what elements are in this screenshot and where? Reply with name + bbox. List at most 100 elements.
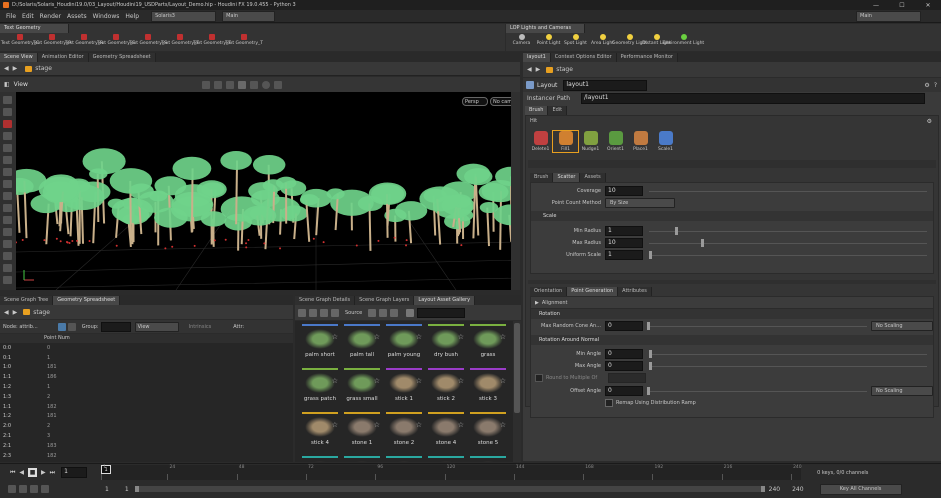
- shelf-tool-text-geometry[interactable]: Text Geometry_T: [225, 34, 263, 46]
- range-end-handle[interactable]: [760, 486, 765, 492]
- play-icon[interactable]: ▶: [41, 469, 46, 476]
- table-row[interactable]: 1:0 181: [0, 363, 293, 374]
- view-select[interactable]: View: [134, 321, 179, 332]
- min-angle-field[interactable]: 0: [605, 349, 643, 359]
- tab-point-generation[interactable]: Point Generation: [567, 286, 619, 296]
- tab-layout-asset-gallery[interactable]: Layout Asset Gallery: [414, 295, 476, 305]
- viewport-tool-icon[interactable]: [3, 240, 12, 248]
- table-row[interactable]: 1:3 2: [0, 393, 293, 403]
- tab-layout1[interactable]: layout1: [523, 52, 551, 62]
- viewport-tool-icon[interactable]: [3, 144, 12, 152]
- offset-angle-slider[interactable]: [647, 387, 867, 395]
- menu-help[interactable]: Help: [125, 13, 139, 20]
- shelf-tab-text-geometry[interactable]: Text Geometry: [0, 24, 69, 33]
- table-row[interactable]: 0:0 0: [0, 344, 293, 354]
- table-row[interactable]: 1:1 186: [0, 373, 293, 383]
- round-field[interactable]: [608, 373, 646, 383]
- asset-tile[interactable]: ☆ grass patch: [299, 368, 341, 412]
- favorite-star-icon[interactable]: ☆: [374, 377, 380, 385]
- menu-edit[interactable]: Edit: [22, 13, 34, 20]
- right-forward-icon[interactable]: ▶: [536, 66, 541, 73]
- favorite-star-icon[interactable]: ☆: [374, 333, 380, 341]
- asset-tile[interactable]: ☆ dry bush: [425, 324, 467, 368]
- viewport-tool-icon[interactable]: [3, 108, 12, 116]
- range-end-2[interactable]: 240: [792, 486, 803, 493]
- forward-arrow-icon[interactable]: ▶: [13, 65, 18, 72]
- tab-scene-graph-details[interactable]: Scene Graph Details: [295, 295, 356, 305]
- list-view-icon[interactable]: [390, 308, 399, 317]
- shelf-tool-text-geometry[interactable]: Text Geometry_R: [65, 34, 103, 46]
- no-scaling-select-2[interactable]: No Scaling: [871, 386, 933, 396]
- min-angle-slider[interactable]: [649, 350, 927, 358]
- audio-icon[interactable]: [19, 485, 27, 493]
- shelf-tool-light[interactable]: Point Light: [535, 34, 562, 46]
- favorite-star-icon[interactable]: ☆: [332, 333, 338, 341]
- ss-back-icon[interactable]: ◀: [4, 309, 9, 316]
- offset-angle-field[interactable]: 0: [605, 386, 643, 396]
- viewport-tool-icon[interactable]: [3, 204, 12, 212]
- table-row[interactable]: 2:1 3: [0, 432, 293, 442]
- favorite-star-icon[interactable]: ☆: [374, 421, 380, 429]
- shelf-tool-light[interactable]: Spot Light: [562, 34, 589, 46]
- asset-tile[interactable]: ☆ stone 1: [341, 412, 383, 456]
- asset-tile[interactable]: ☆ grass small: [341, 368, 383, 412]
- max-cone-field[interactable]: 0: [605, 321, 643, 331]
- tab-animation-editor[interactable]: Animation Editor: [37, 52, 89, 62]
- favorite-star-icon[interactable]: ☆: [500, 377, 506, 385]
- camera-lock-icon[interactable]: [273, 80, 282, 89]
- coverage-field[interactable]: 10: [605, 186, 643, 196]
- viewport-tool-icon[interactable]: [3, 180, 12, 188]
- asset-tile[interactable]: ☆ stick 3: [467, 368, 509, 412]
- gallery-search-input[interactable]: [417, 307, 466, 318]
- asset-tile[interactable]: ☆ palm short: [299, 324, 341, 368]
- no-scaling-select-1[interactable]: No Scaling: [871, 321, 933, 331]
- gallery-scroll-thumb[interactable]: [514, 323, 520, 413]
- asset-tile[interactable]: ☆ palm young: [383, 324, 425, 368]
- main-select[interactable]: Main: [222, 10, 276, 22]
- shelf-tool-text-geometry[interactable]: Text Geometry_T: [193, 34, 231, 46]
- param-gear-icon[interactable]: ⚙: [924, 82, 929, 89]
- intrinsics-label[interactable]: Intrinsics: [189, 324, 212, 330]
- right-back-icon[interactable]: ◀: [527, 66, 532, 73]
- gallery-search-icon[interactable]: [406, 308, 415, 317]
- tab-attributes[interactable]: Attributes: [618, 286, 652, 296]
- brush-tool[interactable]: Delete1: [528, 130, 553, 152]
- viewport-tool-icon[interactable]: [3, 252, 12, 260]
- menu-render[interactable]: Render: [40, 13, 61, 20]
- right-main-select[interactable]: Main: [856, 10, 921, 22]
- loop-icon[interactable]: [30, 485, 38, 493]
- min-radius-slider[interactable]: [649, 227, 927, 235]
- tab-brush[interactable]: Brush: [525, 105, 549, 115]
- menu-windows[interactable]: Windows: [93, 13, 120, 20]
- tab-edit[interactable]: Edit: [548, 105, 568, 115]
- viewport-tool-icon[interactable]: [3, 132, 12, 140]
- tab-scene-graph-layers[interactable]: Scene Graph Layers: [355, 295, 415, 305]
- asset-tile[interactable]: ☆: [425, 456, 467, 462]
- brush-tool[interactable]: Scale1: [653, 130, 678, 152]
- uniform-scale-slider[interactable]: [649, 251, 927, 259]
- viewport[interactable]: Persp No cam: [16, 92, 520, 290]
- play-back-icon[interactable]: ◀: [19, 469, 24, 476]
- menu-assets[interactable]: Assets: [67, 13, 87, 20]
- asset-tile[interactable]: ☆ stone 2: [383, 412, 425, 456]
- table-row[interactable]: 0:1 1: [0, 354, 293, 364]
- shelf-tool-text-geometry[interactable]: Text Geometry_E: [97, 34, 135, 46]
- snap-icon[interactable]: [261, 80, 270, 89]
- range-start-handle[interactable]: [134, 486, 139, 492]
- shelf-tab-lop-lights[interactable]: LOP Lights and Cameras: [506, 24, 585, 33]
- gallery-star-icon[interactable]: [309, 308, 317, 317]
- shelf-tool-text-geometry[interactable]: Text Geometry_T: [161, 34, 199, 46]
- range-slider[interactable]: [134, 486, 765, 492]
- param-help-icon[interactable]: ?: [934, 82, 937, 89]
- table-row[interactable]: 2:0 2: [0, 422, 293, 432]
- gallery-tag-icon[interactable]: [320, 308, 328, 317]
- favorite-star-icon[interactable]: ☆: [458, 421, 464, 429]
- asset-tile[interactable]: ☆: [299, 456, 341, 462]
- shelf-tool-light[interactable]: Camera: [508, 34, 535, 46]
- favorite-star-icon[interactable]: ☆: [416, 333, 422, 341]
- asset-tile[interactable]: ☆ stone 5: [467, 412, 509, 456]
- viewport-tool-icon[interactable]: [3, 276, 12, 284]
- favorite-star-icon[interactable]: ☆: [500, 333, 506, 341]
- gallery-scrollbar[interactable]: [513, 321, 521, 462]
- go-start-icon[interactable]: ⏮: [10, 469, 15, 477]
